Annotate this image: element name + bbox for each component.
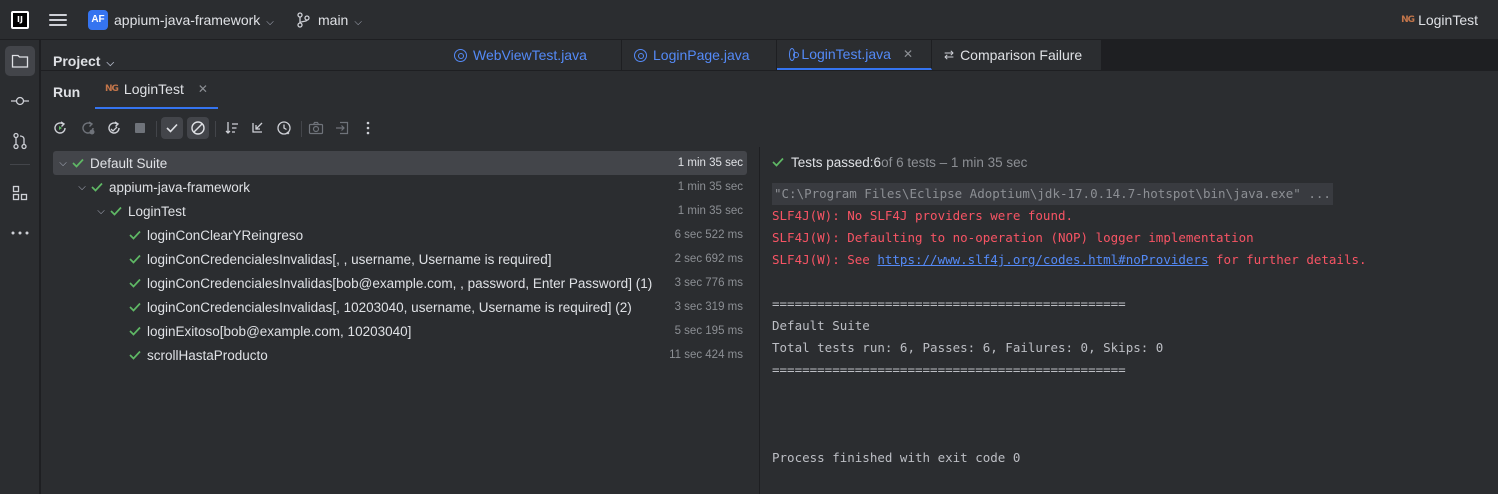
java-class-icon — [789, 47, 800, 61]
close-icon[interactable]: ✕ — [198, 82, 208, 96]
testng-icon: NG — [1401, 15, 1415, 25]
test-status-bar: Tests passed: 6 of 6 tests – 1 min 35 se… — [771, 151, 1027, 173]
tree-row-test[interactable]: loginConCredencialesInvalidas[, , userna… — [53, 247, 747, 271]
passed-check-icon — [129, 230, 141, 240]
run-tool-window: Run NG LoginTest ✕ ⌵ Default Suite 1 min… — [41, 70, 1498, 494]
tab-logintest[interactable]: LoginTest.java ✕ — [777, 40, 932, 70]
console-error-line: SLF4J(W): Defaulting to no-operation (NO… — [772, 230, 1254, 245]
passed-check-icon — [772, 157, 784, 167]
stop-icon — [129, 117, 151, 139]
console-suite-name: Default Suite — [772, 318, 870, 333]
console-separator: ========================================… — [772, 362, 1126, 377]
tree-row-project[interactable]: ⌵ appium-java-framework 1 min 35 sec — [53, 175, 747, 199]
passed-check-icon — [129, 326, 141, 336]
chevron-down-icon[interactable]: ⌵ — [76, 182, 88, 193]
chevron-down-icon: ⌵ — [354, 17, 362, 28]
chevron-down-icon: ⌵ — [106, 58, 115, 69]
more-tools-icon[interactable] — [5, 218, 35, 248]
tab-webviewtest[interactable]: WebViewTest.java — [442, 40, 622, 70]
run-tab-logintest[interactable]: NG LoginTest ✕ — [95, 71, 218, 109]
run-tab-label: LoginTest — [123, 81, 184, 97]
tree-row-default-suite[interactable]: ⌵ Default Suite 1 min 35 sec — [53, 151, 747, 175]
compare-icon: ⇄ — [944, 48, 955, 62]
run-config-name: LoginTest — [1418, 12, 1478, 28]
import-tests-icon — [331, 117, 353, 139]
pull-requests-icon[interactable] — [5, 126, 35, 156]
sort-alphabetically-icon[interactable] — [221, 117, 243, 139]
project-badge[interactable]: AF — [88, 10, 108, 30]
project-name: appium-java-framework — [114, 12, 261, 28]
run-header: Run NG LoginTest ✕ — [41, 71, 1498, 111]
tree-row-test[interactable]: scrollHastaProducto 11 sec 424 ms — [53, 343, 747, 367]
chevron-down-icon: ⌵ — [266, 17, 274, 28]
project-folder-icon[interactable] — [5, 46, 35, 76]
intellij-logo-icon[interactable]: IJ — [11, 11, 29, 29]
testng-icon: NG — [105, 84, 119, 94]
run-toolbar — [41, 115, 1498, 143]
console-error-line: SLF4J(W): See https://www.slf4j.org/code… — [772, 252, 1367, 267]
console-error-line: SLF4J(W): No SLF4J providers were found. — [772, 208, 1074, 223]
passed-check-icon — [129, 278, 141, 288]
rerun-icon[interactable] — [49, 117, 71, 139]
title-bar: IJ AF appium-java-framework ⌵ main ⌵ NG Lo… — [0, 0, 1498, 40]
project-selector[interactable]: appium-java-framework ⌵ — [114, 12, 274, 28]
close-icon[interactable]: ✕ — [903, 47, 913, 61]
status-prefix: Tests passed: — [791, 154, 874, 170]
tree-row-class[interactable]: ⌵ LoginTest 1 min 35 sec — [53, 199, 747, 223]
tab-loginpage[interactable]: LoginPage.java — [622, 40, 777, 70]
tab-comparison-failure[interactable]: ⇄ Comparison Failure — [932, 40, 1102, 70]
main-menu-icon[interactable] — [49, 12, 67, 28]
editor-tabs: WebViewTest.java LoginPage.java LoginTes… — [442, 40, 1498, 70]
passed-check-icon — [129, 302, 141, 312]
chevron-down-icon[interactable]: ⌵ — [57, 158, 69, 169]
collapse-all-icon[interactable] — [246, 117, 268, 139]
java-class-icon — [634, 48, 647, 62]
project-panel-title[interactable]: Project ⌵ — [53, 53, 114, 69]
chevron-down-icon[interactable]: ⌵ — [95, 206, 107, 217]
branch-name: main — [318, 12, 349, 28]
branch-selector[interactable]: main ⌵ — [318, 12, 362, 28]
show-passed-icon[interactable] — [161, 117, 183, 139]
test-history-icon[interactable] — [273, 117, 295, 139]
console-separator: ========================================… — [772, 296, 1126, 311]
slf4j-link[interactable]: https://www.slf4j.org/codes.html#noProvi… — [877, 252, 1208, 267]
tree-row-test[interactable]: loginConCredencialesInvalidas[, 10203040… — [53, 295, 747, 319]
status-passed-count: 6 — [873, 154, 882, 170]
camera-icon — [305, 117, 327, 139]
status-summary: of 6 tests – 1 min 35 sec — [881, 154, 1028, 170]
passed-check-icon — [91, 182, 103, 192]
tree-row-test[interactable]: loginExitoso[bob@example.com, 10203040] … — [53, 319, 747, 343]
tool-window-stripe — [0, 40, 40, 494]
structure-icon[interactable] — [5, 178, 35, 208]
java-class-icon — [454, 48, 467, 62]
tree-row-test[interactable]: loginConCredencialesInvalidas[bob@exampl… — [53, 271, 747, 295]
panel-divider[interactable] — [759, 147, 760, 494]
more-options-icon[interactable] — [357, 117, 379, 139]
project-panel-header: Project ⌵ — [41, 40, 442, 70]
passed-check-icon — [129, 350, 141, 360]
show-ignored-icon[interactable] — [187, 117, 209, 139]
console-command-line[interactable]: "C:\Program Files\Eclipse Adoptium\jdk-1… — [772, 183, 1333, 205]
console-output[interactable]: "C:\Program Files\Eclipse Adoptium\jdk-1… — [772, 183, 1492, 469]
run-window-title: Run — [53, 84, 81, 100]
tree-row-test[interactable]: loginConClearYReingreso 6 sec 522 ms — [53, 223, 747, 247]
toggle-auto-test-icon[interactable] — [103, 117, 125, 139]
console-totals: Total tests run: 6, Passes: 6, Failures:… — [772, 340, 1164, 355]
passed-check-icon — [129, 254, 141, 264]
run-config-selector[interactable]: NG LoginTest — [1401, 12, 1478, 28]
passed-check-icon — [72, 158, 84, 168]
commit-icon[interactable] — [5, 86, 35, 116]
console-exit-message: Process finished with exit code 0 — [772, 450, 1021, 465]
branch-icon — [297, 12, 310, 28]
rerun-failed-icon — [77, 117, 99, 139]
passed-check-icon — [110, 206, 122, 216]
